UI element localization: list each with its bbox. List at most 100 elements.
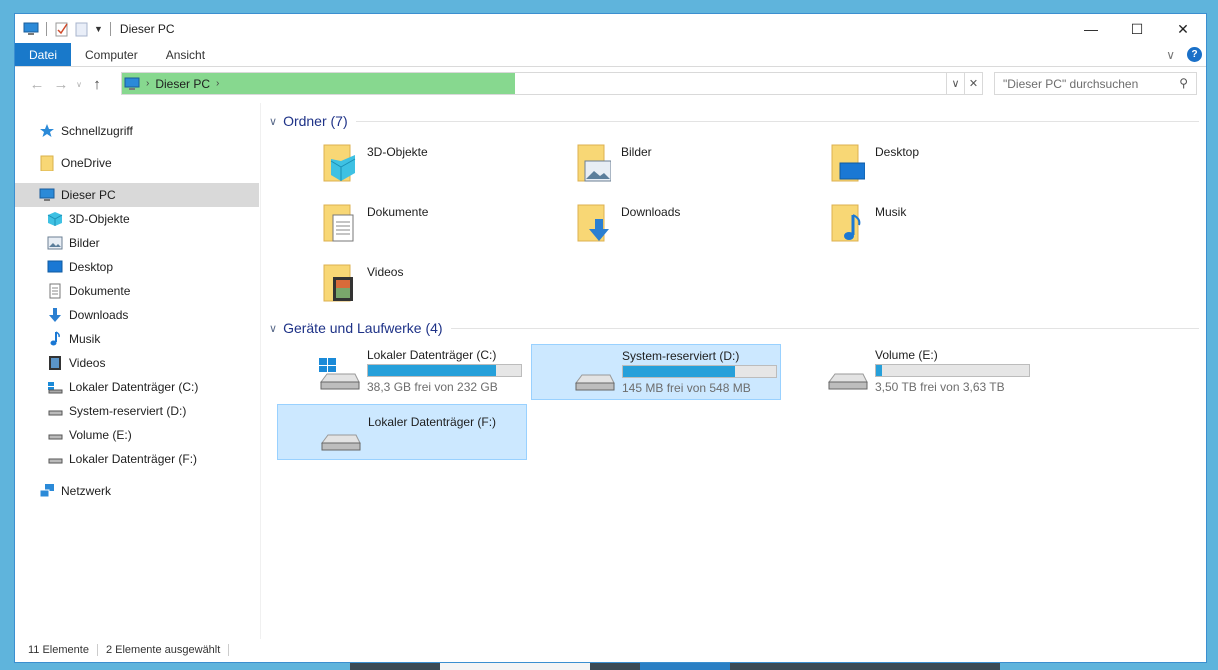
folder-downloads-icon <box>577 204 609 242</box>
folder-bilder[interactable]: Bilder <box>523 139 773 195</box>
star-icon <box>40 124 54 137</box>
up-button[interactable]: ↑ <box>85 76 109 93</box>
nav-item-dokumente[interactable]: Dokumente <box>15 279 259 303</box>
tab-datei[interactable]: Datei <box>15 43 72 66</box>
content-pane: ∨ Ordner (7) 3D-Objekte Bilder Desktop D… <box>269 103 1206 639</box>
close-button[interactable]: ✕ <box>1160 14 1206 44</box>
nav-item-3d-objekte[interactable]: 3D-Objekte <box>15 207 259 231</box>
nav-item-drive-c[interactable]: Lokaler Datenträger (C:) <box>15 375 259 399</box>
title-bar: ▼ Dieser PC — ☐ ✕ <box>15 14 1206 44</box>
search-input[interactable]: "Dieser PC" durchsuchen ⚲ <box>994 72 1197 95</box>
nav-item-dieser-pc[interactable]: Dieser PC <box>15 183 259 207</box>
quick-access-toolbar: ▼ <box>15 21 114 37</box>
computer-icon[interactable] <box>23 21 39 37</box>
window-controls: — ☐ ✕ <box>1068 14 1206 44</box>
nav-item-musik[interactable]: Musik <box>15 327 259 351</box>
nav-item-schnellzugriff[interactable]: Schnellzugriff <box>15 119 259 143</box>
nav-label: OneDrive <box>61 156 112 170</box>
breadcrumb-dieser-pc[interactable]: Dieser PC <box>155 77 210 91</box>
search-icon[interactable]: ⚲ <box>1179 76 1188 90</box>
group-header-drives[interactable]: ∨ Geräte und Laufwerke (4) <box>269 320 1199 336</box>
drive-free-space: 3,50 TB frei von 3,63 TB <box>875 380 1005 394</box>
nav-item-videos[interactable]: Videos <box>15 351 259 375</box>
back-button[interactable]: ← <box>25 76 49 93</box>
desktop-icon <box>47 260 63 273</box>
nav-label: Videos <box>69 356 106 370</box>
group-header-folders[interactable]: ∨ Ordner (7) <box>269 113 1199 129</box>
folder-desktop[interactable]: Desktop <box>777 139 1027 195</box>
documents-icon <box>49 283 61 299</box>
pictures-icon <box>47 236 63 250</box>
collapse-chevron-icon[interactable]: ∨ <box>269 115 277 128</box>
folder-name: Dokumente <box>367 205 429 219</box>
drive-e[interactable]: Volume (E:) 3,50 TB frei von 3,63 TB <box>785 344 1035 400</box>
navigation-bar: ← → ∨ ↑ › Dieser PC › ∨ ✕ "Dieser PC" du… <box>15 67 1206 101</box>
drive-c[interactable]: Lokaler Datenträger (C:) 38,3 GB frei vo… <box>277 344 527 400</box>
nav-item-desktop[interactable]: Desktop <box>15 255 259 279</box>
folder-dokumente[interactable]: Dokumente <box>269 199 519 255</box>
status-bar: 11 Elemente 2 Elemente ausgewählt <box>15 637 1206 662</box>
network-icon <box>39 484 54 498</box>
forward-button[interactable]: → <box>49 76 73 93</box>
drive-icon <box>48 458 63 464</box>
minimize-button[interactable]: — <box>1068 14 1114 44</box>
drive-icon <box>48 410 63 416</box>
collapse-chevron-icon[interactable]: ∨ <box>269 322 277 335</box>
folder-downloads[interactable]: Downloads <box>523 199 773 255</box>
windows-drive-icon <box>319 358 360 390</box>
expand-ribbon-icon[interactable]: ∨ <box>1166 48 1175 62</box>
nav-label: Volume (E:) <box>69 428 132 442</box>
drive-icon <box>321 434 361 451</box>
breadcrumb-separator-icon[interactable]: › <box>216 78 219 89</box>
drive-name: Volume (E:) <box>875 348 938 362</box>
folder-videos[interactable]: Videos <box>269 259 519 315</box>
breadcrumb-separator-icon[interactable]: › <box>146 78 149 89</box>
clear-address-icon[interactable]: ✕ <box>964 73 982 94</box>
nav-label: 3D-Objekte <box>69 212 130 226</box>
folder-3d-objekte[interactable]: 3D-Objekte <box>269 139 519 195</box>
drive-usage-bar <box>875 364 1030 377</box>
address-dropdown-icon[interactable]: ∨ <box>946 73 964 94</box>
drive-f[interactable]: Lokaler Datenträger (F:) <box>277 404 527 460</box>
nav-label: Downloads <box>69 308 129 322</box>
nav-item-netzwerk[interactable]: Netzwerk <box>15 479 259 503</box>
drive-icon <box>48 434 63 440</box>
help-icon[interactable]: ? <box>1187 47 1202 62</box>
folder-videos-icon <box>323 264 353 302</box>
tab-ansicht[interactable]: Ansicht <box>152 43 219 66</box>
recent-locations-icon[interactable]: ∨ <box>73 80 85 89</box>
drive-d[interactable]: System-reserviert (D:) 145 MB frei von 5… <box>531 344 781 400</box>
nav-item-drive-f[interactable]: Lokaler Datenträger (F:) <box>15 447 259 471</box>
properties-icon[interactable] <box>54 21 70 37</box>
music-note-icon <box>50 331 60 346</box>
maximize-button[interactable]: ☐ <box>1114 14 1160 44</box>
nav-item-downloads[interactable]: Downloads <box>15 303 259 327</box>
nav-item-bilder[interactable]: Bilder <box>15 231 259 255</box>
folder-name: Musik <box>875 205 907 219</box>
nav-label: System-reserviert (D:) <box>69 404 187 418</box>
computer-icon <box>124 77 140 90</box>
group-title: Ordner (7) <box>283 113 348 129</box>
nav-item-drive-e[interactable]: Volume (E:) <box>15 423 259 447</box>
folder-name: Desktop <box>875 145 920 159</box>
drive-usage-bar <box>622 365 777 378</box>
nav-label: Bilder <box>69 236 100 250</box>
nav-item-drive-d[interactable]: System-reserviert (D:) <box>15 399 259 423</box>
explorer-window: ▼ Dieser PC — ☐ ✕ Datei Computer Ansicht… <box>14 13 1207 663</box>
new-folder-icon[interactable] <box>74 21 90 37</box>
drive-name: System-reserviert (D:) <box>622 349 740 363</box>
tab-computer[interactable]: Computer <box>71 43 152 66</box>
film-icon <box>49 356 61 370</box>
nav-label: Dokumente <box>69 284 131 298</box>
nav-label: Dieser PC <box>61 188 116 202</box>
ribbon-tabs: Datei Computer Ansicht ∨ ? <box>15 43 1206 67</box>
qat-dropdown-icon[interactable]: ▼ <box>94 24 103 34</box>
nav-label: Desktop <box>69 260 114 274</box>
folder-music-icon <box>831 204 861 242</box>
nav-item-onedrive[interactable]: OneDrive <box>15 151 259 175</box>
drive-icon <box>828 373 868 390</box>
windows-drive-icon <box>48 382 63 394</box>
address-bar[interactable]: › Dieser PC › ∨ ✕ <box>121 72 983 95</box>
folder-pictures-icon <box>577 144 611 182</box>
folder-musik[interactable]: Musik <box>777 199 1027 255</box>
